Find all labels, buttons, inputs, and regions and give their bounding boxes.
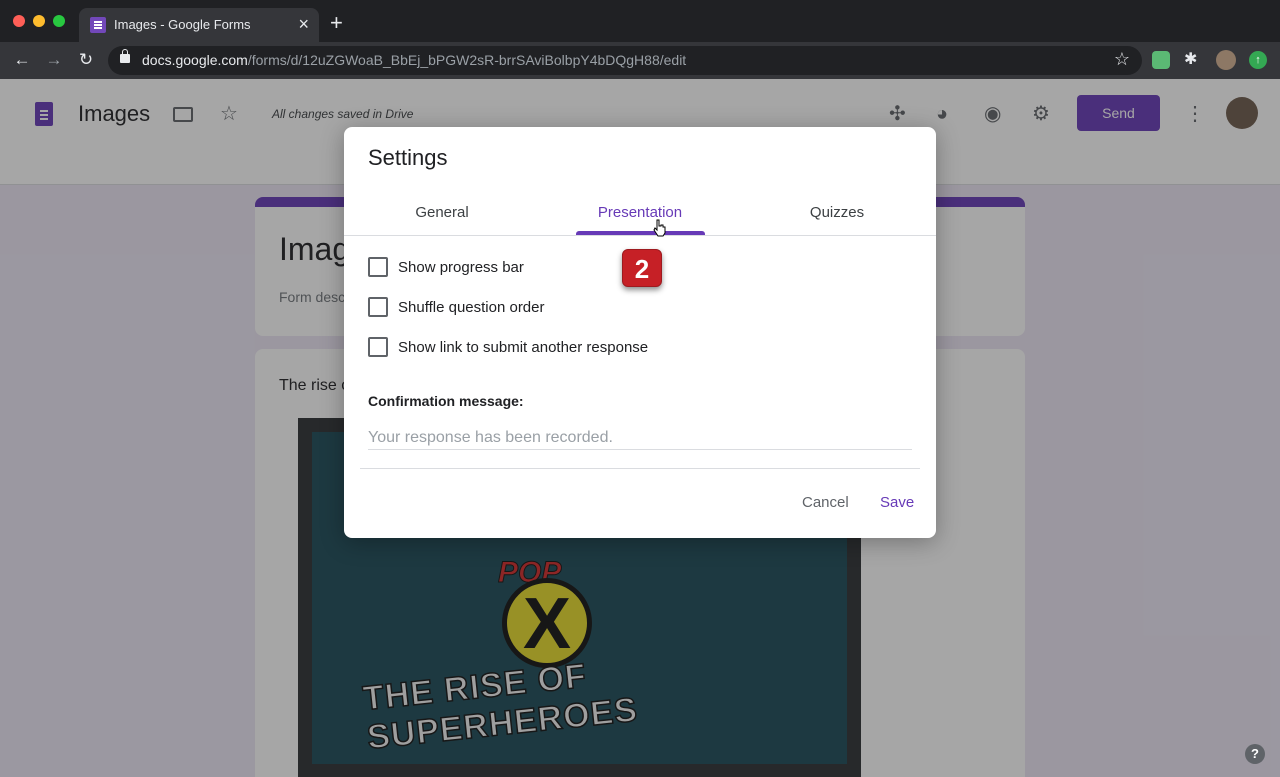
- tab-presentation[interactable]: Presentation: [576, 204, 704, 221]
- new-tab-button[interactable]: +: [330, 11, 343, 35]
- tab-close-icon[interactable]: ×: [298, 14, 309, 34]
- lock-icon: [120, 49, 130, 63]
- tab-title: Images - Google Forms: [114, 17, 251, 32]
- url-host: docs.google.com: [142, 52, 248, 68]
- back-arrow-icon[interactable]: ←: [11, 49, 33, 71]
- option-show-progress-bar[interactable]: Show progress bar: [368, 257, 868, 281]
- active-tab-indicator: [576, 231, 705, 235]
- browser-toolbar: ← → ↻ docs.google.com/forms/d/12uZGWoaB_…: [0, 42, 1280, 79]
- option-show-submit-another-link[interactable]: Show link to submit another response: [368, 337, 868, 361]
- confirmation-message-input[interactable]: [368, 426, 912, 450]
- window-minimize-button[interactable]: [33, 15, 45, 27]
- save-button[interactable]: Save: [880, 494, 914, 511]
- settings-dialog: Settings General Presentation Quizzes Sh…: [344, 127, 936, 538]
- step-badge: 2: [622, 249, 662, 287]
- bookmark-star-icon[interactable]: ☆: [1114, 49, 1130, 70]
- mail-extension-icon[interactable]: [1152, 51, 1170, 69]
- option-shuffle-question-order[interactable]: Shuffle question order: [368, 297, 868, 321]
- browser-tab-bar: Images - Google Forms × +: [0, 0, 1280, 42]
- option-label: Shuffle question order: [398, 299, 545, 316]
- profile-avatar-icon[interactable]: [1216, 50, 1236, 70]
- url-path: /forms/d/12uZGWoaB_BbEj_bPGW2sR-brrSAviB…: [247, 52, 687, 68]
- submit-another-checkbox[interactable]: [368, 337, 388, 357]
- address-bar[interactable]: docs.google.com/forms/d/12uZGWoaB_BbEj_b…: [108, 46, 1142, 75]
- forward-arrow-icon[interactable]: →: [43, 49, 65, 71]
- settings-tabs: General Presentation Quizzes: [344, 191, 936, 236]
- option-label: Show link to submit another response: [398, 339, 649, 356]
- extensions-puzzle-icon[interactable]: ✱: [1184, 49, 1202, 68]
- dialog-divider: [360, 468, 920, 469]
- progress-bar-checkbox[interactable]: [368, 257, 388, 277]
- update-arrow-icon[interactable]: ↑: [1249, 51, 1267, 69]
- window-close-button[interactable]: [13, 15, 25, 27]
- tab-general[interactable]: General: [380, 204, 504, 221]
- confirmation-message-label: Confirmation message:: [368, 393, 524, 409]
- shuffle-checkbox[interactable]: [368, 297, 388, 317]
- forms-favicon-icon: [90, 17, 106, 33]
- tab-quizzes[interactable]: Quizzes: [774, 204, 900, 221]
- help-icon[interactable]: ?: [1245, 744, 1265, 764]
- window-zoom-button[interactable]: [53, 15, 65, 27]
- dialog-title: Settings: [368, 145, 448, 170]
- reload-icon[interactable]: ↻: [75, 49, 97, 71]
- url-text[interactable]: docs.google.com/forms/d/12uZGWoaB_BbEj_b…: [142, 52, 686, 68]
- option-label: Show progress bar: [398, 259, 524, 276]
- browser-tab[interactable]: Images - Google Forms ×: [79, 8, 319, 42]
- cancel-button[interactable]: Cancel: [802, 494, 849, 511]
- hand-cursor-icon: [653, 219, 666, 237]
